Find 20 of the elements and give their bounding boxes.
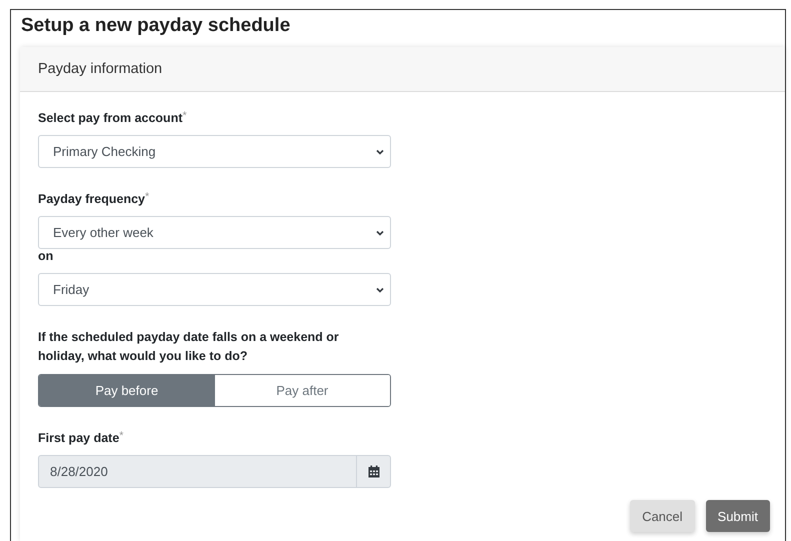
toggle-option[interactable]: Pay before: [39, 375, 214, 406]
required-mark: *: [119, 429, 124, 443]
page-title: Setup a new payday schedule: [21, 15, 292, 37]
required-mark: *: [145, 190, 150, 204]
required-mark: *: [182, 109, 187, 123]
card-header: Payday information: [20, 47, 785, 92]
select-field[interactable]: Primary Checking: [38, 135, 391, 168]
cancel-button[interactable]: Cancel: [630, 500, 695, 532]
chevron-down-icon: [376, 286, 384, 292]
chevron-down-icon: [376, 148, 384, 154]
field-label: Select pay from account: [38, 110, 182, 127]
field-label: If the scheduled payday date falls on a weekend or holiday, what would you like to do?: [38, 329, 340, 365]
submit-button[interactable]: Submit: [706, 500, 770, 532]
calendar-icon: [368, 465, 380, 478]
field-label: on: [38, 248, 54, 265]
select-field[interactable]: Friday: [38, 273, 391, 306]
select-field[interactable]: Every other week: [38, 216, 391, 249]
chevron-down-icon: [376, 230, 384, 236]
field-label: First pay date: [38, 430, 120, 447]
field-label: Payday frequency: [38, 191, 145, 208]
